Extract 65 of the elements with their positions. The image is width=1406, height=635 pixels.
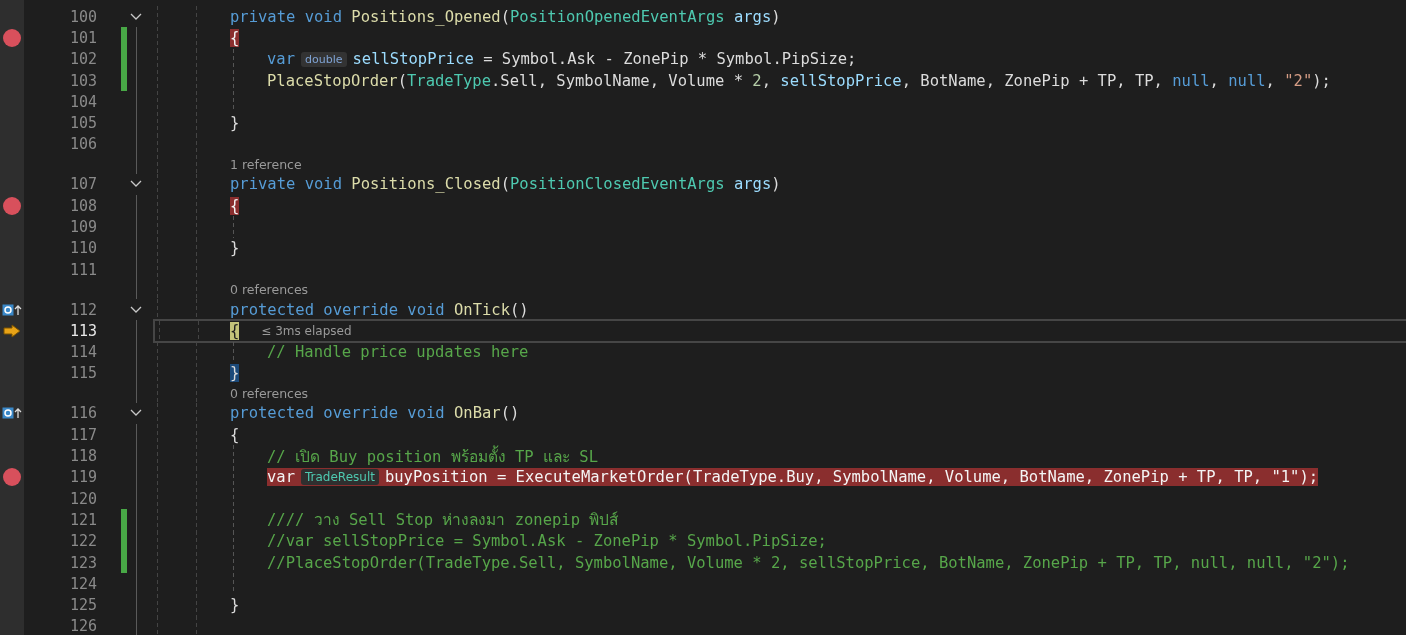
code-text: PlaceStopOrder(TradeType.Sell, SymbolName, Volume * 2, sellStopPrice, BotName, ZonePip + TP, TP, null, null, "2"); bbox=[267, 71, 1331, 90]
line-number: 103 bbox=[69, 71, 97, 90]
line-number: 120 bbox=[69, 489, 97, 508]
chevron-down-icon[interactable] bbox=[130, 305, 142, 314]
code-text: { bbox=[230, 425, 240, 444]
line-number: 119 bbox=[69, 468, 97, 487]
line-number: 101 bbox=[69, 28, 97, 47]
code-text: sellStopPrice = Symbol.Ask - ZonePip * Symbol.PipSize; bbox=[352, 50, 857, 69]
inlay-hint: TradeResult bbox=[301, 469, 379, 486]
code-text: var bbox=[267, 50, 295, 69]
code-text: //PlaceStopOrder(TradeType.Sell, SymbolName, Volume * 2, sellStopPrice, BotName, ZonePip + TP, TP, null, null, "2"); bbox=[267, 553, 1350, 572]
line-number: 106 bbox=[69, 135, 97, 154]
code-text: var bbox=[267, 468, 295, 487]
breakpoint-icon[interactable] bbox=[3, 196, 21, 215]
code-text: // เปิด Buy position พร้อมตั้ง TP และ SL bbox=[267, 444, 598, 468]
code-text: } bbox=[230, 114, 240, 133]
line-number: 110 bbox=[69, 239, 97, 258]
line-number: 125 bbox=[69, 596, 97, 615]
line-number: 111 bbox=[69, 260, 97, 279]
breakpoint-icon[interactable] bbox=[3, 28, 21, 47]
code-lens-text[interactable]: 0 references bbox=[230, 385, 309, 401]
line-number: 117 bbox=[69, 425, 97, 444]
override-icon[interactable] bbox=[2, 303, 22, 316]
line-number: 122 bbox=[69, 532, 97, 551]
line-number: 126 bbox=[69, 617, 97, 635]
code-text: //var sellStopPrice = Symbol.Ask - ZonePip * Symbol.PipSize; bbox=[267, 532, 827, 551]
brace: { bbox=[230, 196, 240, 215]
line-number: 123 bbox=[69, 553, 97, 572]
code-text: protected override void OnBar() bbox=[230, 404, 520, 423]
line-number: 100 bbox=[69, 7, 97, 26]
line-number: 102 bbox=[69, 50, 97, 69]
line-number: 114 bbox=[69, 343, 97, 362]
line-number: 105 bbox=[69, 114, 97, 133]
code-text: private void Positions_Closed(PositionClosedEventArgs args) bbox=[230, 175, 781, 194]
arrow-icon bbox=[3, 323, 21, 338]
brace: { bbox=[230, 321, 240, 340]
line-number: 109 bbox=[69, 218, 97, 236]
line-number: 113 bbox=[69, 321, 97, 340]
code-text: private void Positions_Opened(PositionOpenedEventArgs args) bbox=[230, 7, 781, 26]
code-text: } bbox=[230, 596, 240, 615]
code-text: //// วาง Sell Stop ห่างลงมา zonepip พิปส์ bbox=[267, 510, 619, 532]
line-number: 104 bbox=[69, 92, 97, 111]
line-number: 108 bbox=[69, 196, 97, 215]
code-text: // Handle price updates here bbox=[267, 343, 529, 362]
perf-tip[interactable]: ≤ 3ms elapsed bbox=[261, 323, 352, 338]
inlay-hint: double bbox=[301, 51, 347, 67]
line-number: 112 bbox=[69, 300, 97, 319]
chevron-down-icon[interactable] bbox=[130, 409, 142, 418]
brace: { bbox=[230, 28, 240, 47]
code-lens-text[interactable]: 1 reference bbox=[230, 156, 302, 172]
code-text: } bbox=[230, 239, 240, 258]
line-number: 121 bbox=[69, 510, 97, 529]
line-number: 115 bbox=[69, 364, 97, 383]
chevron-down-icon[interactable] bbox=[130, 12, 142, 21]
line-number: 107 bbox=[69, 175, 97, 194]
code-text: buyPosition = ExecuteMarketOrder(TradeType.Buy, SymbolName, Volume, BotName, ZonePip + TP, TP, "1"); bbox=[384, 468, 1319, 487]
code-lens-text[interactable]: 0 references bbox=[230, 282, 309, 298]
line-number: 124 bbox=[69, 574, 97, 593]
brace: } bbox=[230, 364, 240, 383]
code-text: protected override void OnTick() bbox=[230, 300, 529, 319]
line-number: 118 bbox=[69, 447, 97, 466]
override-icon[interactable] bbox=[2, 407, 22, 420]
breakpoint-icon[interactable] bbox=[3, 468, 21, 487]
chevron-down-icon[interactable] bbox=[130, 180, 142, 189]
line-number: 116 bbox=[69, 404, 97, 423]
